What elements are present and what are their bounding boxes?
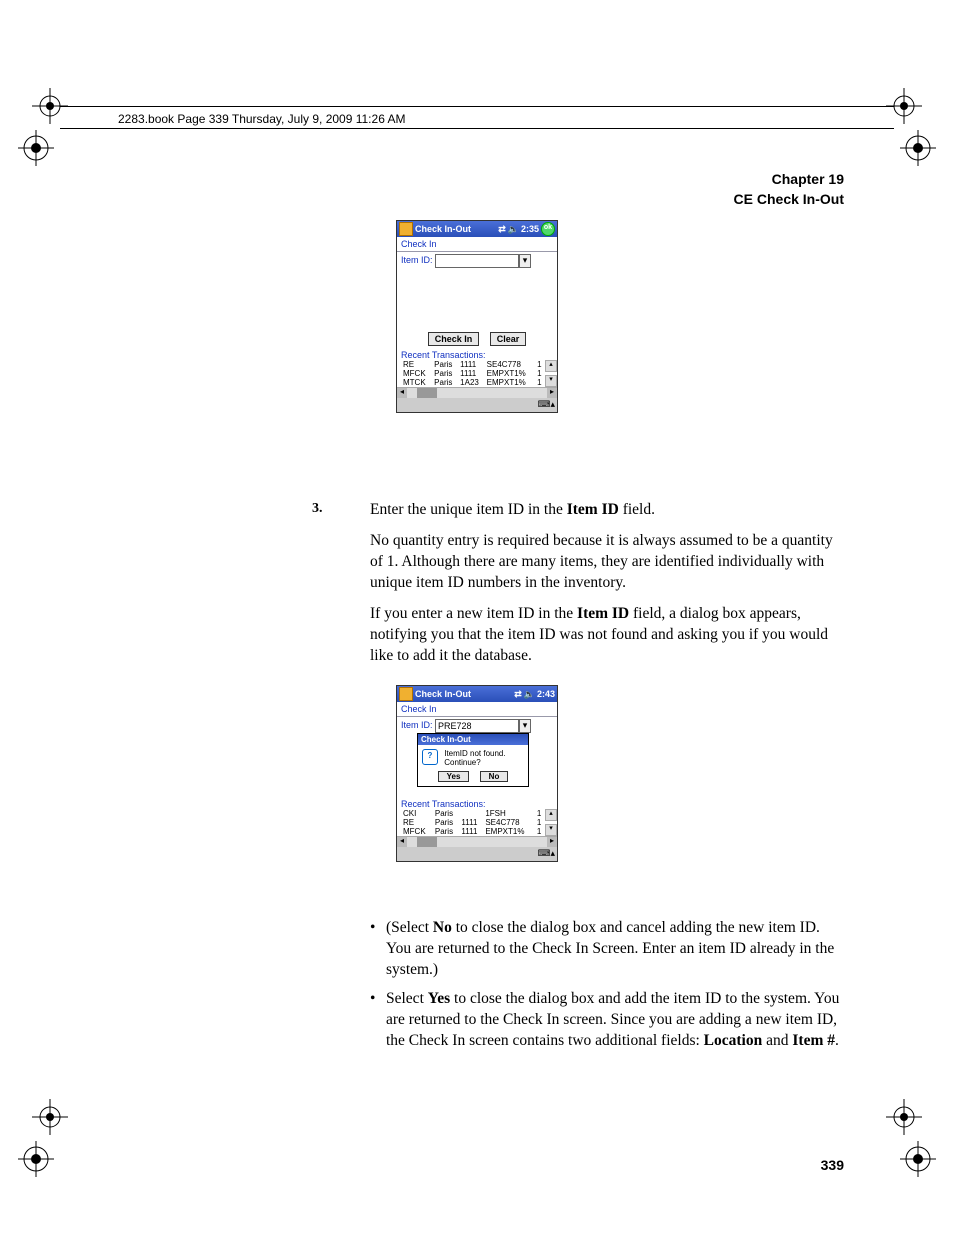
step-number: 3. xyxy=(312,500,323,519)
running-header: 2283.book Page 339 Thursday, July 9, 200… xyxy=(118,112,406,126)
table-row[interactable]: REParis1111SE4C7781 xyxy=(401,360,545,369)
windows-logo-icon xyxy=(399,687,413,701)
clock: 2:35 xyxy=(521,224,539,234)
sip-bar[interactable]: ⌨▴ xyxy=(397,398,557,412)
divider xyxy=(60,106,894,107)
no-button[interactable]: No xyxy=(480,771,509,782)
device-titlebar: Check In-Out ⇄ 🔈 2:35 ok xyxy=(397,221,557,237)
scroll-left-icon[interactable]: ◂ xyxy=(397,388,407,398)
horizontal-scrollbar[interactable]: ◂ ▸ xyxy=(397,387,557,398)
scrollbar-thumb[interactable] xyxy=(417,837,437,847)
scroll-right-icon[interactable]: ▸ xyxy=(547,837,557,847)
table-row[interactable]: CKIParis1FSH1 xyxy=(401,809,545,818)
item-id-label: Item ID: xyxy=(401,720,433,730)
form-area: Item ID: PRE728▾ Check In-Out ? ItemID n… xyxy=(397,717,557,797)
app-title: Check In-Out xyxy=(415,224,471,234)
chapter-line2: CE Check In-Out xyxy=(734,190,844,210)
chapter-heading: Chapter 19 CE Check In-Out xyxy=(734,170,844,209)
list-item: Select Yes to close the dialog box and a… xyxy=(386,989,844,1052)
speaker-icon: 🔈 xyxy=(508,224,519,235)
connectivity-icon: ⇄ xyxy=(514,689,522,700)
chapter-line1: Chapter 19 xyxy=(734,170,844,190)
device-screenshot: Check In-Out ⇄ 🔈 2:35 ok Check In Item I… xyxy=(396,220,558,413)
page: 2283.book Page 339 Thursday, July 9, 200… xyxy=(0,0,954,1235)
transactions-table-wrap: ▴ ▾ CKIParis1FSH1 REParis1111SE4C7781 MF… xyxy=(397,809,557,836)
menu-checkin[interactable]: Check In xyxy=(397,702,557,717)
scrollbar-thumb[interactable] xyxy=(417,388,437,398)
clear-button[interactable]: Clear xyxy=(490,332,527,346)
bullet-section: (Select No to close the dialog box and c… xyxy=(340,908,844,1060)
itemid-not-found-dialog: Check In-Out ? ItemID not found. Continu… xyxy=(417,733,529,787)
chevron-down-icon[interactable]: ▾ xyxy=(519,254,531,268)
scroll-left-icon[interactable]: ◂ xyxy=(397,837,407,847)
keyboard-icon[interactable]: ⌨ xyxy=(537,399,550,409)
dialog-text: ItemID not found. Continue? xyxy=(444,749,520,767)
table-row[interactable]: MFCKParis1111EMPXT1%1 xyxy=(401,827,545,836)
checkin-button[interactable]: Check In xyxy=(428,332,480,346)
clock: 2:43 xyxy=(537,689,555,699)
scroll-up-button[interactable]: ▴ xyxy=(545,360,557,372)
table-row[interactable]: REParis1111SE4C7781 xyxy=(401,818,545,827)
scroll-down-button[interactable]: ▾ xyxy=(545,375,557,387)
registration-mark-icon xyxy=(32,1099,68,1135)
registration-mark-icon xyxy=(18,1141,54,1177)
table-row[interactable]: MFCKParis1111EMPXT1%1 xyxy=(401,369,545,378)
dialog-title: Check In-Out xyxy=(418,734,528,745)
figure-checkin-empty: Check In-Out ⇄ 🔈 2:35 ok Check In Item I… xyxy=(0,220,954,427)
speaker-icon: 🔈 xyxy=(524,689,535,700)
sip-bar[interactable]: ⌨▴ xyxy=(397,847,557,861)
recent-transactions-label: Recent Transactions: xyxy=(397,797,557,809)
menu-checkin[interactable]: Check In xyxy=(397,237,557,252)
paragraph: If you enter a new item ID in the Item I… xyxy=(370,604,844,667)
chevron-down-icon[interactable]: ▾ xyxy=(519,719,531,733)
button-row: Check In Clear xyxy=(397,328,557,348)
question-icon: ? xyxy=(422,749,438,765)
figure-checkin-dialog: Check In-Out ⇄ 🔈 2:43 Check In Item ID: … xyxy=(0,685,954,876)
transactions-table-wrap: ▴ ▾ REParis1111SE4C7781 MFCKParis1111EMP… xyxy=(397,360,557,387)
windows-logo-icon xyxy=(399,222,413,236)
connectivity-icon: ⇄ xyxy=(498,224,506,235)
step-3: 3. Enter the unique item ID in the Item … xyxy=(340,500,844,676)
list-item: (Select No to close the dialog box and c… xyxy=(386,918,844,981)
registration-mark-icon xyxy=(886,1099,922,1135)
device-titlebar: Check In-Out ⇄ 🔈 2:43 xyxy=(397,686,557,702)
ok-button[interactable]: ok xyxy=(541,222,555,236)
form-area: Item ID: ▾ xyxy=(397,252,557,328)
divider xyxy=(60,128,894,129)
recent-transactions-label: Recent Transactions: xyxy=(397,348,557,360)
bullet-list: (Select No to close the dialog box and c… xyxy=(386,918,844,1052)
table-row[interactable]: MTCKParis1A23EMPXT1%1 xyxy=(401,378,545,387)
scroll-right-icon[interactable]: ▸ xyxy=(547,388,557,398)
item-id-input[interactable] xyxy=(435,254,519,268)
keyboard-icon[interactable]: ⌨ xyxy=(537,848,550,858)
item-id-label: Item ID: xyxy=(401,255,433,265)
device-screenshot: Check In-Out ⇄ 🔈 2:43 Check In Item ID: … xyxy=(396,685,558,862)
item-id-input[interactable]: PRE728 xyxy=(435,719,519,733)
page-number: 339 xyxy=(821,1157,844,1173)
registration-mark-icon xyxy=(18,130,54,166)
transactions-table: CKIParis1FSH1 REParis1111SE4C7781 MFCKPa… xyxy=(401,809,545,836)
paragraph: Enter the unique item ID in the Item ID … xyxy=(370,500,844,521)
app-title: Check In-Out xyxy=(415,689,471,699)
horizontal-scrollbar[interactable]: ◂ ▸ xyxy=(397,836,557,847)
registration-mark-icon xyxy=(900,1141,936,1177)
dialog-body: ? ItemID not found. Continue? Yes No xyxy=(418,745,528,786)
transactions-table: REParis1111SE4C7781 MFCKParis1111EMPXT1%… xyxy=(401,360,545,387)
yes-button[interactable]: Yes xyxy=(438,771,470,782)
scroll-down-button[interactable]: ▾ xyxy=(545,824,557,836)
scroll-up-button[interactable]: ▴ xyxy=(545,809,557,821)
paragraph: No quantity entry is required because it… xyxy=(370,531,844,594)
registration-mark-icon xyxy=(900,130,936,166)
